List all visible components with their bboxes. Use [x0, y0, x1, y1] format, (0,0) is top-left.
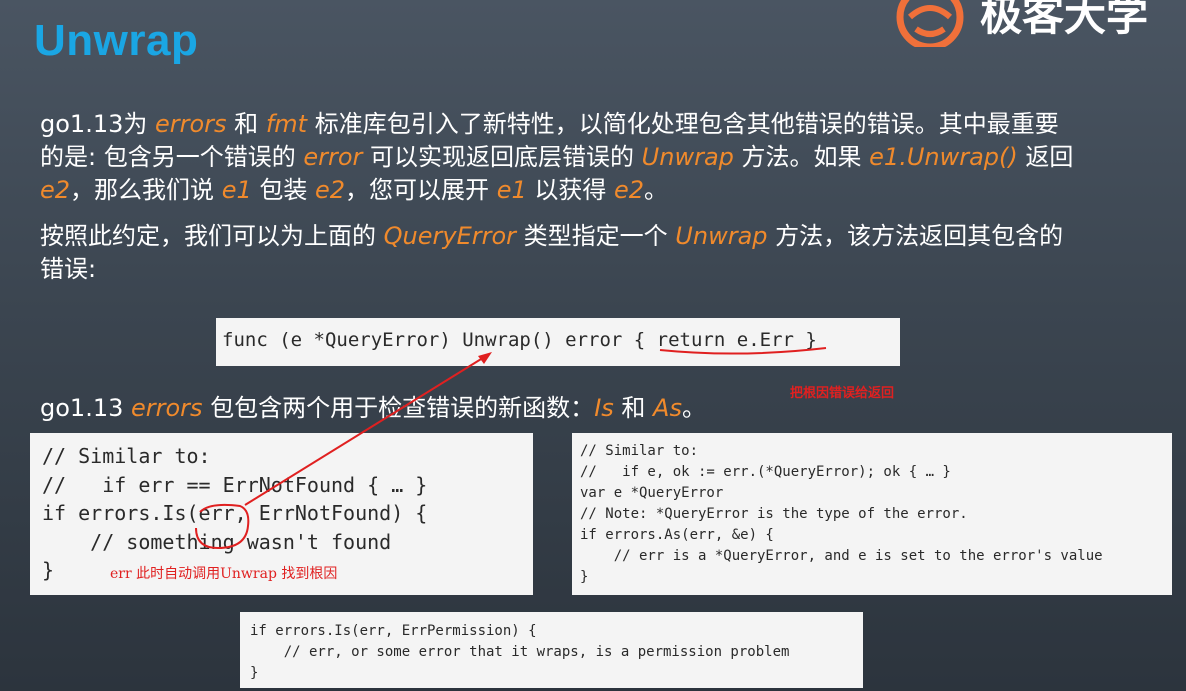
code-line: if errors.Is(err, ErrNotFound) { [42, 501, 428, 525]
code-block-permission: if errors.Is(err, ErrPermission) { // er… [240, 612, 863, 688]
highlight-term: errors [154, 110, 227, 138]
highlight-term: e1.Unwrap() [869, 143, 1018, 171]
paragraph-text: 包装 [251, 176, 315, 204]
paragraph-text: 按照此约定，我们可以为上面的 [40, 222, 384, 250]
code-line: // err is a *QueryError, and e is set to… [580, 548, 1103, 564]
paragraph-text: 。 [644, 176, 669, 204]
code-line: // if err == ErrNotFound { … } [42, 472, 428, 497]
code-line: if errors.Is(err, ErrPermission) { [250, 623, 537, 639]
geek-logo-icon [896, 0, 964, 47]
highlight-term: As [653, 394, 682, 422]
paragraph-text: 包包含两个用于检查错误的新函数： [202, 394, 595, 422]
highlight-term: e2 [315, 176, 346, 204]
annotation-auto-unwrap: err 此时自动调用Unwrap 找到根因 [110, 566, 338, 582]
logo-text: 极客大学 [980, 0, 1149, 40]
code-line: // Similar to: [42, 444, 211, 468]
highlight-term: Unwrap [675, 222, 768, 250]
paragraph-text: ，您可以展开 [345, 176, 497, 204]
highlight-term: errors [130, 394, 203, 422]
paragraph-text: 可以实现返回底层错误的 [362, 143, 642, 171]
code-line: if errors.As(err, &e) { [580, 527, 774, 543]
paragraph-text: 。 [681, 394, 706, 422]
paragraph-text: 返回 [1017, 143, 1074, 171]
highlight-term: Is [594, 394, 614, 422]
paragraph-text: 以获得 [526, 176, 614, 204]
paragraph-text: 和 [226, 110, 266, 138]
code-line: } [250, 665, 259, 681]
brand-logo: 极客大学 [890, 0, 1186, 47]
paragraph-text: 和 [613, 394, 654, 422]
highlight-term: QueryError [383, 222, 517, 250]
highlight-term: e1 [221, 176, 252, 204]
code-line: // err, or some error that it wraps, is … [250, 644, 790, 660]
code-line: // Similar to: [580, 443, 699, 459]
paragraph-text: go1.13 [40, 394, 131, 422]
code-block-as: // Similar to: // if e, ok := err.(*Query… [572, 433, 1172, 595]
highlight-term: e2 [40, 176, 71, 204]
code-line: // Note: *QueryError is the type of the … [580, 506, 968, 522]
intro-paragraph: go1.13为 errors 和 fmt 标准库包引入了新特性，以简化处理包含其… [40, 108, 1080, 207]
code-line: var e *QueryError [580, 485, 724, 501]
paragraph-text: 方法。如果 [733, 143, 870, 171]
unwrap-paragraph: 按照此约定，我们可以为上面的 QueryError 类型指定一个 Unwrap … [40, 220, 1080, 286]
code-line: // if e, ok := err.(*QueryError); ok { …… [580, 464, 951, 480]
code-line: // something wasn't found [42, 529, 392, 554]
code-line: func (e *QueryError) Unwrap() error { re… [222, 329, 817, 351]
code-block-unwrap: func (e *QueryError) Unwrap() error { re… [216, 318, 900, 366]
highlight-term: fmt [265, 110, 308, 138]
paragraph-text: go1.13为 [40, 110, 155, 138]
slide-title: Unwrap [34, 16, 199, 65]
is-as-paragraph: go1.13 errors 包包含两个用于检查错误的新函数：Is 和 As。 [40, 392, 1080, 425]
code-line: } [580, 569, 589, 585]
paragraph-text: ，那么我们说 [70, 176, 222, 204]
highlight-term: error [303, 143, 363, 171]
highlight-term: e2 [614, 176, 645, 204]
highlight-term: e1 [496, 176, 527, 204]
paragraph-text: 类型指定一个 [516, 222, 676, 250]
highlight-term: Unwrap [641, 143, 734, 171]
